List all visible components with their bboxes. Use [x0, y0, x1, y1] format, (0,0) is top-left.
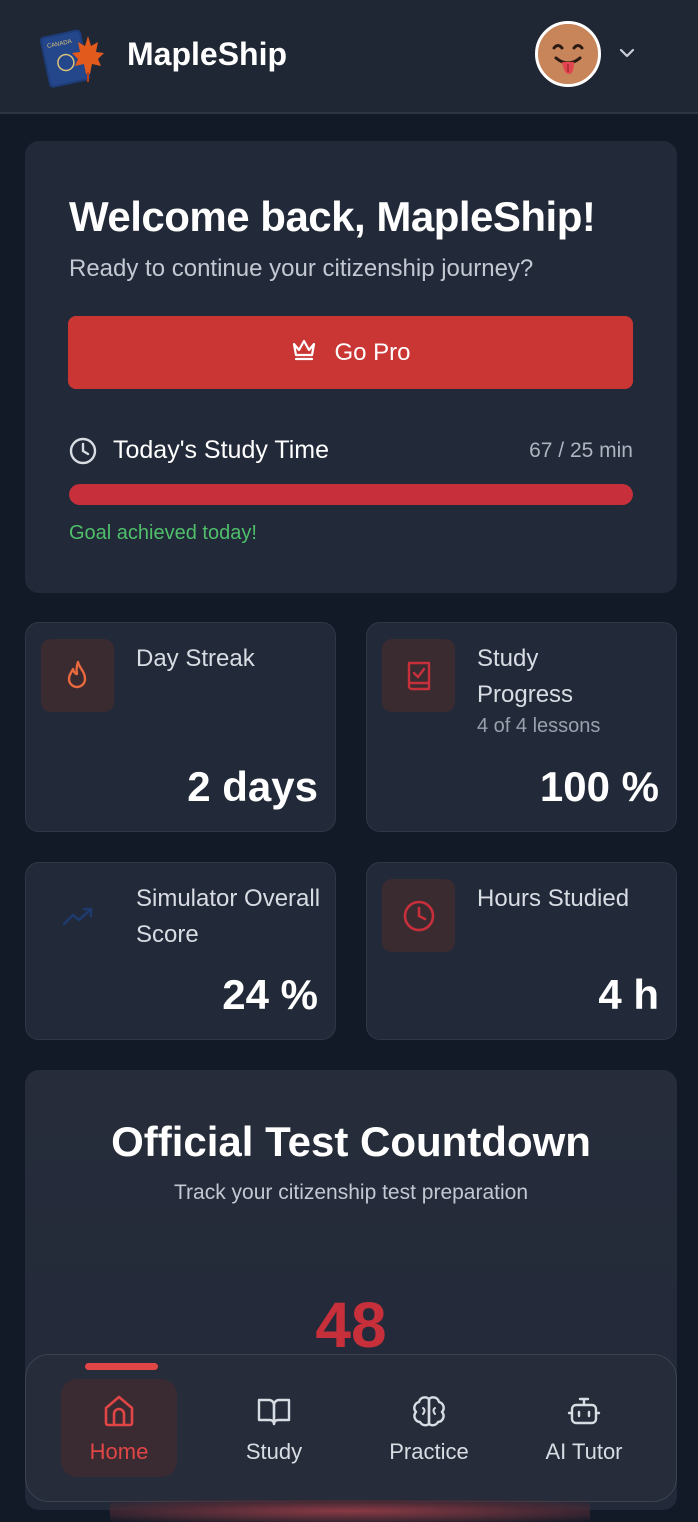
study-time-label: Today's Study Time: [113, 436, 329, 464]
simulator-score-value: 24 %: [222, 971, 318, 1018]
go-pro-label: Go Pro: [334, 338, 411, 366]
nav-practice-label: Practice: [389, 1439, 469, 1464]
bottom-glow-decoration: [110, 1500, 590, 1522]
nav-study[interactable]: Study: [216, 1379, 332, 1477]
simulator-score-label: Simulator Overall Score: [136, 885, 321, 948]
hours-studied-card[interactable]: Hours Studied 4 h: [366, 862, 677, 1040]
study-time-row: Today's Study Time 67 / 25 min: [69, 436, 633, 468]
study-time-value: 67 / 25 min: [529, 439, 633, 462]
study-time-progress-fill: [69, 484, 633, 505]
book-check-icon: [382, 639, 455, 712]
nav-study-label: Study: [245, 1439, 303, 1464]
nav-home[interactable]: Home: [61, 1379, 177, 1477]
home-icon: [104, 1395, 134, 1427]
nav-ai-tutor[interactable]: AI Tutor: [526, 1379, 642, 1477]
user-avatar[interactable]: [535, 21, 601, 87]
study-progress-sublabel: 4 of 4 lessons: [477, 715, 601, 737]
day-streak-label: Day Streak: [136, 645, 255, 672]
crown-icon: [290, 336, 318, 369]
nav-practice[interactable]: Practice: [371, 1379, 487, 1477]
day-streak-card[interactable]: Day Streak 2 days: [25, 622, 336, 832]
welcome-subtitle: Ready to continue your citizenship journ…: [69, 255, 534, 282]
study-time-progress-bar: [69, 484, 633, 505]
go-pro-button[interactable]: Go Pro: [68, 316, 633, 389]
welcome-card: Welcome back, MapleShip! Ready to contin…: [25, 141, 677, 593]
study-progress-value: 100 %: [539, 763, 659, 810]
study-progress-label: Study Progress: [477, 641, 627, 713]
trending-up-icon: [41, 879, 114, 952]
simulator-score-card[interactable]: Simulator Overall Score 24 %: [25, 862, 336, 1040]
flame-icon: [41, 639, 114, 712]
goal-achieved-message: Goal achieved today!: [69, 522, 257, 544]
active-tab-indicator: [85, 1363, 158, 1370]
nav-home-label: Home: [89, 1439, 149, 1464]
study-progress-card[interactable]: Study Progress 4 of 4 lessons 100 %: [366, 622, 677, 832]
bot-icon: [567, 1397, 601, 1425]
bottom-navigation: Home Study Practice AI Tutor: [25, 1354, 677, 1502]
book-open-icon: [257, 1398, 291, 1426]
clock-icon: [382, 879, 455, 952]
countdown-subtitle: Track your citizenship test preparation: [173, 1181, 529, 1204]
hours-studied-value: 4 h: [598, 971, 659, 1018]
welcome-title: Welcome back, MapleShip!: [69, 193, 596, 240]
countdown-title: Official Test Countdown: [111, 1118, 591, 1165]
countdown-number: 48: [315, 1289, 387, 1361]
brain-icon: [413, 1396, 445, 1427]
nav-ai-tutor-label: AI Tutor: [545, 1439, 623, 1464]
day-streak-value: 2 days: [187, 763, 318, 810]
brand-name[interactable]: MapleShip: [127, 36, 287, 73]
chevron-down-icon[interactable]: [617, 43, 637, 63]
study-progress-label-text: Study Progress: [477, 645, 574, 708]
clock-icon: [69, 437, 97, 465]
hours-studied-label: Hours Studied: [477, 885, 630, 912]
app-page: CANADA MapleShip Welcome back, MapleShip…: [0, 0, 698, 1522]
top-header: CANADA MapleShip: [0, 0, 698, 114]
canada-passport-logo-icon[interactable]: CANADA: [38, 22, 108, 88]
